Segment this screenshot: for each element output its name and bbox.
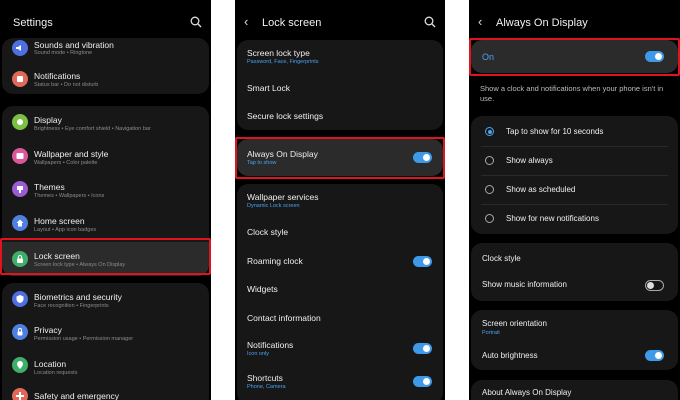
lock-group-1: Screen lock type Password, Face, Fingerp… <box>237 40 443 130</box>
settings-group-3: Biometrics and security Face recognition… <box>2 283 209 400</box>
page-title: Lock screen <box>262 17 322 29</box>
settings-item-home-screen[interactable]: Home screen Layout • App icon badges <box>2 213 209 241</box>
music-toggle[interactable] <box>645 280 664 291</box>
aod-display-group: Screen orientation Portrait Auto brightn… <box>471 310 678 370</box>
about-aod-item[interactable]: About Always On Display <box>471 380 678 400</box>
divider <box>481 146 668 147</box>
divider <box>481 204 668 205</box>
settings-panel: Settings Sounds and vibration Sound mode… <box>0 0 211 400</box>
privacy-icon <box>12 324 28 340</box>
clock-style-item[interactable]: Clock style <box>471 246 678 270</box>
settings-item-wallpaper[interactable]: Wallpaper and style Wallpapers • Color p… <box>2 146 209 174</box>
notifications-item[interactable]: Notifications Icon only <box>237 336 443 364</box>
aod-panel: ‹ Always On Display On Show a clock and … <box>469 0 680 400</box>
smart-lock-item[interactable]: Smart Lock <box>237 78 443 100</box>
page-title: Settings <box>13 17 53 29</box>
lock-screen-panel: ‹ Lock screen Screen lock type Password,… <box>235 0 445 400</box>
highlight-box <box>235 137 445 179</box>
aod-style-group: Clock style Show music information <box>471 243 678 301</box>
settings-group-1: Sounds and vibration Sound mode • Ringto… <box>2 38 209 94</box>
wallpaper-services-item[interactable]: Wallpaper services Dynamic Lock screen <box>237 188 443 216</box>
settings-item-sounds[interactable]: Sounds and vibration Sound mode • Ringto… <box>2 38 209 66</box>
divider <box>481 175 668 176</box>
highlight-box <box>0 238 211 275</box>
radio-button[interactable] <box>485 156 494 165</box>
search-icon[interactable] <box>190 16 202 28</box>
sound-icon <box>12 40 28 56</box>
shortcuts-item[interactable]: Shortcuts Phone, Camera <box>237 370 443 398</box>
music-information-item[interactable]: Show music information <box>471 274 678 298</box>
settings-item-display[interactable]: Display Brightness • Eye comfort shield … <box>2 112 209 140</box>
aod-about-group: About Always On Display <box>471 380 678 400</box>
aod-header: ‹ Always On Display <box>469 0 680 40</box>
lock-header: ‹ Lock screen <box>235 0 445 40</box>
aod-description: Show a clock and notifications when your… <box>480 84 664 103</box>
notification-icon <box>12 71 28 87</box>
lock-group-2: Wallpaper services Dynamic Lock screen C… <box>237 184 443 400</box>
shield-icon <box>12 291 28 307</box>
option-show-scheduled[interactable]: Show as scheduled <box>471 178 678 200</box>
home-icon <box>12 215 28 231</box>
widgets-item[interactable]: Widgets <box>237 279 443 301</box>
screen-orientation-item[interactable]: Screen orientation Portrait <box>471 314 678 340</box>
option-new-notifications[interactable]: Show for new notifications <box>471 207 678 229</box>
aod-mode-group: Tap to show for 10 seconds Show always S… <box>471 116 678 234</box>
clock-style-item[interactable]: Clock style <box>237 222 443 244</box>
radio-button[interactable] <box>485 214 494 223</box>
settings-item-themes[interactable]: Themes Themes • Wallpapers • Icons <box>2 179 209 207</box>
auto-brightness-toggle[interactable] <box>645 350 664 361</box>
highlight-box <box>469 38 680 76</box>
settings-item-notifications[interactable]: Notifications Status bar • Do not distur… <box>2 68 209 94</box>
search-icon[interactable] <box>424 16 436 28</box>
settings-item-location[interactable]: Location Location requests <box>2 355 209 383</box>
option-tap-to-show[interactable]: Tap to show for 10 seconds <box>471 120 678 142</box>
contact-information-item[interactable]: Contact information <box>237 308 443 330</box>
location-icon <box>12 357 28 373</box>
auto-brightness-item[interactable]: Auto brightness <box>471 344 678 368</box>
settings-item-privacy[interactable]: Privacy Permission usage • Permission ma… <box>2 321 209 349</box>
roaming-clock-item[interactable]: Roaming clock <box>237 250 443 272</box>
display-icon <box>12 114 28 130</box>
wallpaper-icon <box>12 148 28 164</box>
themes-icon <box>12 181 28 197</box>
secure-lock-settings-item[interactable]: Secure lock settings <box>237 106 443 128</box>
safety-icon <box>12 388 28 400</box>
shortcuts-toggle[interactable] <box>413 376 432 387</box>
screen-lock-type-item[interactable]: Screen lock type Password, Face, Fingerp… <box>237 44 443 72</box>
page-title: Always On Display <box>496 17 588 29</box>
back-icon[interactable]: ‹ <box>244 14 248 29</box>
settings-header: Settings <box>0 0 211 40</box>
settings-item-biometrics[interactable]: Biometrics and security Face recognition… <box>2 288 209 316</box>
back-icon[interactable]: ‹ <box>478 14 482 29</box>
notifications-toggle[interactable] <box>413 343 432 354</box>
radio-button[interactable] <box>485 185 494 194</box>
roaming-clock-toggle[interactable] <box>413 256 432 267</box>
settings-item-safety[interactable]: Safety and emergency <box>2 387 209 400</box>
option-show-always[interactable]: Show always <box>471 149 678 171</box>
radio-button[interactable] <box>485 127 494 136</box>
